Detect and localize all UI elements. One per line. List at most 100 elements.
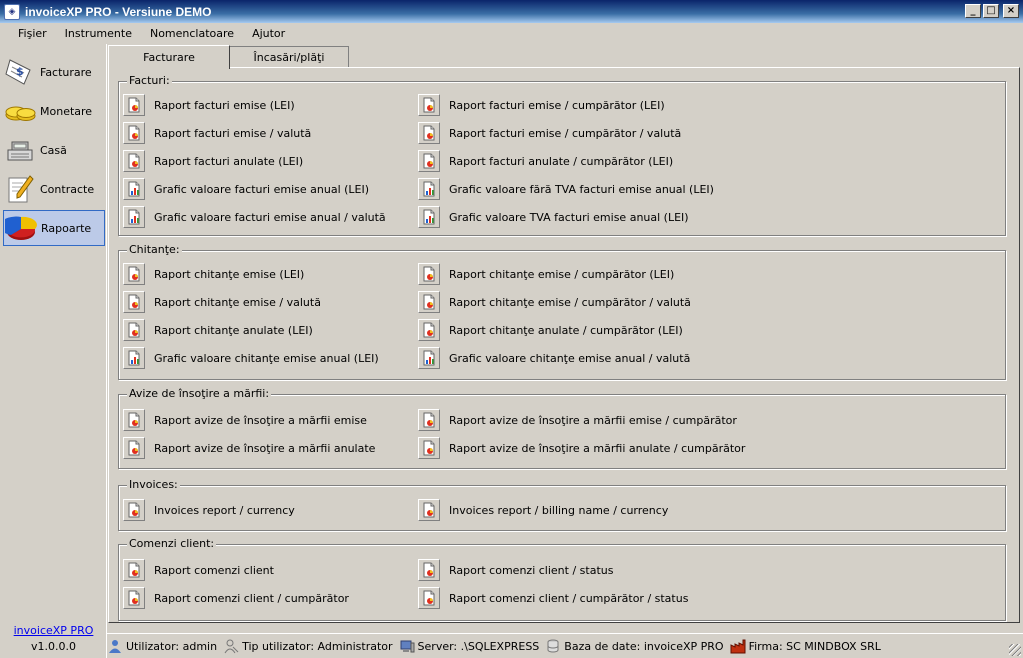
report-label: Raport facturi emise / cumpărător / valu… [449, 126, 682, 140]
menu-instrumente[interactable]: Instrumente [56, 27, 141, 40]
report-icon [123, 559, 145, 581]
chart-button[interactable]: Grafic valoare chitanţe emise anual / va… [418, 346, 690, 370]
group-title: Facturi: [127, 74, 172, 87]
report-icon [123, 587, 145, 609]
contract-pen-icon [4, 173, 36, 205]
nav-label: Rapoarte [41, 221, 92, 235]
report-button[interactable]: Raport facturi anulate / cumpărător (LEI… [418, 149, 673, 173]
report-button[interactable]: Raport comenzi client / cumpărător / sta… [418, 586, 688, 610]
report-icon [418, 94, 440, 116]
report-button[interactable]: Invoices report / currency [123, 498, 295, 522]
report-button[interactable]: Raport comenzi client [123, 558, 274, 582]
report-label: Grafic valoare chitanţe emise anual / va… [449, 351, 691, 365]
report-icon [418, 263, 440, 285]
report-icon [123, 409, 145, 431]
tab-incasari-plati[interactable]: Încasări/plăţi [229, 46, 349, 68]
report-icon [123, 437, 145, 459]
report-label: Raport facturi anulate / cumpărător (LEI… [449, 154, 674, 168]
report-label: Raport comenzi client [154, 563, 274, 577]
report-button[interactable]: Raport facturi emise / cumpărător (LEI) [418, 93, 665, 117]
nav-label: Facturare [40, 65, 92, 79]
report-button[interactable]: Raport facturi emise / valută [123, 121, 311, 145]
menu-ajutor[interactable]: Ajutor [243, 27, 294, 40]
report-icon [123, 499, 145, 521]
nav-label: Contracte [40, 182, 95, 196]
report-icon [418, 122, 440, 144]
maximize-button[interactable]: □ [983, 4, 999, 18]
report-button[interactable]: Raport chitanţe emise (LEI) [123, 262, 304, 286]
group-facturi: Facturi: Raport facturi emise (LEI) Rapo… [118, 74, 1006, 236]
report-button[interactable]: Invoices report / billing name / currenc… [418, 498, 668, 522]
chart-icon [418, 347, 440, 369]
report-icon [123, 291, 145, 313]
pie-chart-icon [5, 212, 37, 244]
close-button[interactable]: × [1003, 4, 1019, 18]
report-label: Raport chitanţe anulate (LEI) [154, 323, 313, 337]
group-comenzi-client: Comenzi client: Raport comenzi client Ra… [118, 537, 1006, 621]
nav-item-monetare[interactable]: Monetare [3, 93, 105, 129]
report-icon [123, 150, 145, 172]
report-button[interactable]: Raport comenzi client / cumpărător [123, 586, 349, 610]
report-button[interactable]: Raport facturi emise (LEI) [123, 93, 295, 117]
status-database: Baza de date: invoiceXP PRO [545, 638, 724, 654]
report-label: Raport avize de însoţire a mărfii anulat… [154, 441, 376, 455]
report-label: Raport comenzi client / cumpărător [154, 591, 349, 605]
chart-icon [418, 178, 440, 200]
report-label: Raport avize de însoţire a mărfii emise [154, 413, 367, 427]
status-user: Utilizator: admin [107, 638, 217, 654]
chart-icon [123, 178, 145, 200]
chart-icon [418, 206, 440, 228]
report-button[interactable]: Raport facturi emise / cumpărător / valu… [418, 121, 681, 145]
report-icon [123, 319, 145, 341]
title-bar: ◈ invoiceXP PRO - Versiune DEMO _ □ × [0, 0, 1023, 23]
report-button[interactable]: Raport avize de însoţire a mărfii emise … [418, 408, 737, 432]
report-button[interactable]: Raport avize de însoţire a mărfii anulat… [418, 436, 745, 460]
report-label: Invoices report / currency [154, 503, 295, 517]
report-button[interactable]: Raport comenzi client / status [418, 558, 613, 582]
menu-nomenclatoare[interactable]: Nomenclatoare [141, 27, 243, 40]
report-icon [418, 499, 440, 521]
report-label: Raport facturi emise / cumpărător (LEI) [449, 98, 665, 112]
svg-text:$: $ [16, 65, 24, 78]
nav-item-contracte[interactable]: Contracte [3, 171, 105, 207]
chart-button[interactable]: Grafic valoare facturi emise anual / val… [123, 205, 386, 229]
nav-item-casa[interactable]: Casă [3, 132, 105, 168]
chart-button[interactable]: Grafic valoare fără TVA facturi emise an… [418, 177, 714, 201]
menu-fisier[interactable]: Fişier [9, 27, 56, 40]
status-text: Baza de date: invoiceXP PRO [564, 639, 724, 653]
minimize-button[interactable]: _ [965, 4, 981, 18]
report-label: Raport facturi anulate (LEI) [154, 154, 304, 168]
status-company: Firma: SC MINDBOX SRL [730, 638, 881, 654]
group-title: Comenzi client: [127, 537, 217, 550]
window-title: invoiceXP PRO - Versiune DEMO [25, 4, 212, 19]
resize-grip[interactable] [1009, 644, 1021, 656]
chart-button[interactable]: Grafic valoare chitanţe emise anual (LEI… [123, 346, 379, 370]
report-label: Raport avize de însoţire a mărfii emise … [449, 413, 737, 427]
chart-button[interactable]: Grafic valoare TVA facturi emise anual (… [418, 205, 689, 229]
report-label: Raport facturi emise / valută [154, 126, 312, 140]
report-button[interactable]: Raport avize de însoţire a mărfii anulat… [123, 436, 375, 460]
report-label: Raport chitanţe anulate / cumpărător (LE… [449, 323, 683, 337]
report-button[interactable]: Raport chitanţe anulate / cumpărător (LE… [418, 318, 683, 342]
status-bar: Utilizator: admin Tip utilizator: Admini… [107, 633, 1023, 658]
report-button[interactable]: Raport chitanţe anulate (LEI) [123, 318, 313, 342]
report-button[interactable]: Raport chitanţe emise / valută [123, 290, 321, 314]
report-icon [418, 291, 440, 313]
product-link[interactable]: invoiceXP PRO [0, 624, 107, 637]
report-icon [418, 409, 440, 431]
report-label: Raport comenzi client / status [449, 563, 614, 577]
tab-panel: Facturi: Raport facturi emise (LEI) Rapo… [108, 67, 1020, 623]
report-button[interactable]: Raport avize de însoţire a mărfii emise [123, 408, 367, 432]
nav-item-rapoarte[interactable]: Rapoarte [3, 210, 105, 246]
report-button[interactable]: Raport chitanţe emise / cumpărător (LEI) [418, 262, 674, 286]
chart-button[interactable]: Grafic valoare facturi emise anual (LEI) [123, 177, 369, 201]
nav-item-facturare[interactable]: $ Facturare [3, 54, 105, 90]
version-label: v1.0.0.0 [31, 640, 76, 653]
report-label: Grafic valoare facturi emise anual (LEI) [154, 182, 370, 196]
report-button[interactable]: Raport chitanţe emise / cumpărător / val… [418, 290, 691, 314]
report-label: Grafic valoare TVA facturi emise anual (… [449, 210, 689, 224]
report-icon [418, 319, 440, 341]
tab-facturare[interactable]: Facturare [108, 45, 230, 69]
company-icon [730, 638, 746, 654]
report-button[interactable]: Raport facturi anulate (LEI) [123, 149, 303, 173]
